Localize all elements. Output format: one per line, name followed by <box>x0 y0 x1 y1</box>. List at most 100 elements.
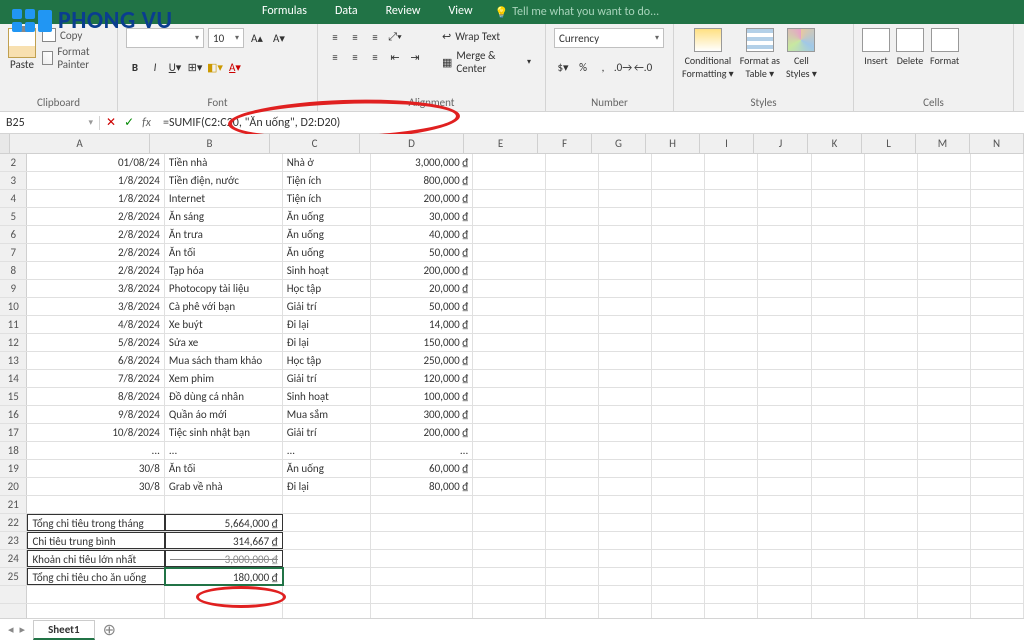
cell-L13[interactable] <box>865 352 918 369</box>
cell-N25[interactable] <box>971 568 1024 585</box>
cell-J7[interactable] <box>758 244 811 261</box>
cell-G25[interactable] <box>599 568 652 585</box>
col-header-D[interactable]: D <box>360 134 464 153</box>
cell-G21[interactable] <box>599 496 652 513</box>
cell-N7[interactable] <box>971 244 1024 261</box>
cell-M25[interactable] <box>918 568 971 585</box>
cell-A23[interactable]: Chi tiêu trung bình <box>27 532 164 549</box>
cell-K2[interactable] <box>812 154 865 171</box>
delete-cells-button[interactable]: Delete <box>896 28 924 67</box>
cell-N20[interactable] <box>971 478 1024 495</box>
cell-M10[interactable] <box>918 298 971 315</box>
row-header-16[interactable]: 16 <box>0 406 27 423</box>
cell-K6[interactable] <box>812 226 865 243</box>
cell-F13[interactable] <box>546 352 599 369</box>
col-header-E[interactable]: E <box>464 134 538 153</box>
cell-F10[interactable] <box>546 298 599 315</box>
cell-B19[interactable]: Ăn tối <box>165 460 283 477</box>
cell-M18[interactable] <box>918 442 971 459</box>
cell-G8[interactable] <box>599 262 652 279</box>
cell-H5[interactable] <box>652 208 705 225</box>
merge-center-button[interactable]: ▦Merge & Center▾ <box>436 47 537 77</box>
col-header-B[interactable]: B <box>150 134 270 153</box>
cell-F3[interactable] <box>546 172 599 189</box>
cell-N2[interactable] <box>971 154 1024 171</box>
cell-F9[interactable] <box>546 280 599 297</box>
cell-E12[interactable] <box>473 334 546 351</box>
cell-M12[interactable] <box>918 334 971 351</box>
cell-N4[interactable] <box>971 190 1024 207</box>
cell-L2[interactable] <box>865 154 918 171</box>
row-header-12[interactable]: 12 <box>0 334 27 351</box>
col-header-G[interactable]: G <box>592 134 646 153</box>
cell-E5[interactable] <box>473 208 546 225</box>
name-box[interactable]: B25▾ <box>0 116 100 130</box>
cell-M17[interactable] <box>918 424 971 441</box>
cell-N23[interactable] <box>971 532 1024 549</box>
cell-G10[interactable] <box>599 298 652 315</box>
cell-K17[interactable] <box>812 424 865 441</box>
cell-G16[interactable] <box>599 406 652 423</box>
cell-F4[interactable] <box>546 190 599 207</box>
cell-D18[interactable]: ... <box>371 442 473 459</box>
cell-M3[interactable] <box>918 172 971 189</box>
cell-A3[interactable]: 1/8/2024 <box>27 172 164 189</box>
cell-M13[interactable] <box>918 352 971 369</box>
cell-C19[interactable]: Ăn uống <box>283 460 371 477</box>
row-header-22[interactable]: 22 <box>0 514 27 531</box>
cell-H13[interactable] <box>652 352 705 369</box>
cell-H23[interactable] <box>652 532 705 549</box>
cell-D22[interactable] <box>371 514 473 531</box>
tab-formulas[interactable]: Formulas <box>248 0 321 24</box>
increase-decimal-button[interactable]: .0→ <box>614 58 632 76</box>
cell-H9[interactable] <box>652 280 705 297</box>
cell-K3[interactable] <box>812 172 865 189</box>
cell-H24[interactable] <box>652 550 705 567</box>
cell-L10[interactable] <box>865 298 918 315</box>
italic-button[interactable]: I <box>146 58 164 76</box>
cell-H22[interactable] <box>652 514 705 531</box>
cell-D20[interactable]: 80,000 ₫ <box>371 478 473 495</box>
cell-I21[interactable] <box>705 496 758 513</box>
cell-C6[interactable]: Ăn uống <box>283 226 371 243</box>
cell-G5[interactable] <box>599 208 652 225</box>
add-sheet-button[interactable]: ⊕ <box>95 620 124 640</box>
cell-A11[interactable]: 4/8/2024 <box>27 316 164 333</box>
row-header-19[interactable]: 19 <box>0 460 27 477</box>
cell-C20[interactable]: Đi lại <box>283 478 371 495</box>
cell-N24[interactable] <box>971 550 1024 567</box>
cell-K9[interactable] <box>812 280 865 297</box>
cell-N15[interactable] <box>971 388 1024 405</box>
row-header-7[interactable]: 7 <box>0 244 27 261</box>
cell-E10[interactable] <box>473 298 546 315</box>
cell-N16[interactable] <box>971 406 1024 423</box>
cell-J6[interactable] <box>758 226 811 243</box>
cell-K14[interactable] <box>812 370 865 387</box>
cell-I17[interactable] <box>705 424 758 441</box>
cell-C13[interactable]: Học tập <box>283 352 371 369</box>
cell-D23[interactable] <box>371 532 473 549</box>
cell-C14[interactable]: Giải trí <box>283 370 371 387</box>
cell-A21[interactable] <box>27 496 164 513</box>
cell-K10[interactable] <box>812 298 865 315</box>
cell-L18[interactable] <box>865 442 918 459</box>
cell-M22[interactable] <box>918 514 971 531</box>
cell-L22[interactable] <box>865 514 918 531</box>
cell-M20[interactable] <box>918 478 971 495</box>
accept-formula-button[interactable]: ✓ <box>124 115 134 130</box>
cell-B21[interactable] <box>165 496 283 513</box>
cell-I9[interactable] <box>705 280 758 297</box>
cell-F15[interactable] <box>546 388 599 405</box>
cell-C21[interactable] <box>283 496 371 513</box>
cell-L20[interactable] <box>865 478 918 495</box>
cell-H19[interactable] <box>652 460 705 477</box>
cell-K8[interactable] <box>812 262 865 279</box>
cell-E14[interactable] <box>473 370 546 387</box>
cell-J16[interactable] <box>758 406 811 423</box>
cell-A6[interactable]: 2/8/2024 <box>27 226 164 243</box>
cell-E13[interactable] <box>473 352 546 369</box>
cell-D5[interactable]: 30,000 ₫ <box>371 208 473 225</box>
cell-D7[interactable]: 50,000 ₫ <box>371 244 473 261</box>
cell-M9[interactable] <box>918 280 971 297</box>
fx-icon[interactable]: fx <box>142 116 151 130</box>
